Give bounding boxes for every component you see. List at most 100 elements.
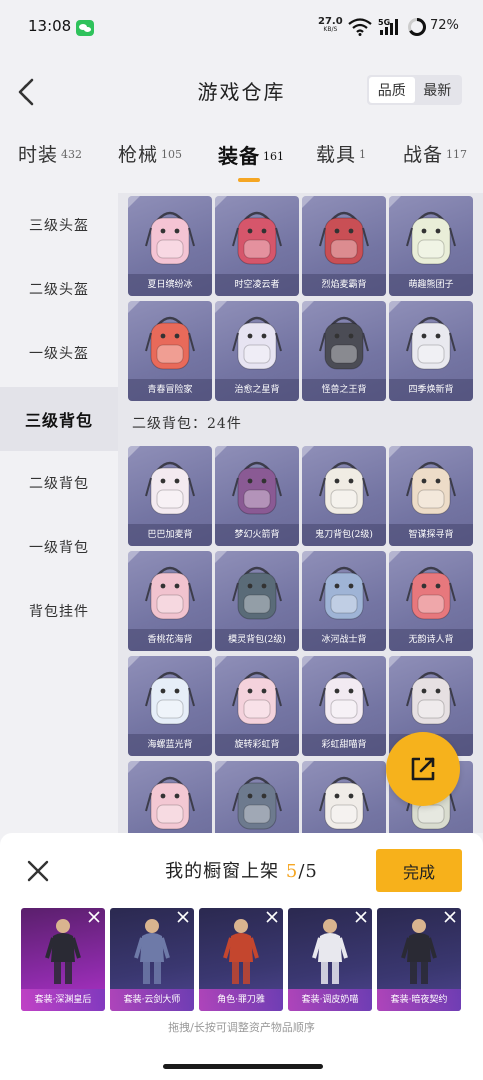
done-button[interactable]: 完成 <box>376 849 462 892</box>
item-card[interactable]: 智谋探寻背 <box>389 446 473 546</box>
item-card[interactable]: 烈焰麦霸背 <box>302 196 386 296</box>
remove-item-icon[interactable] <box>266 911 278 923</box>
network-speed: 27.0 KB/S <box>318 17 343 34</box>
tab-combat-supplies[interactable]: 战备 117 <box>403 140 467 167</box>
item-card-name: 梦幻火箭背 <box>215 524 299 546</box>
backpack-image <box>145 671 195 725</box>
sidebar-item-level3-helmet[interactable]: 三级头盔 <box>0 193 118 257</box>
sidebar-item-level1-backpack[interactable]: 一级背包 <box>0 515 118 579</box>
wifi-icon <box>348 18 372 36</box>
tab-count: 1 <box>359 148 367 161</box>
item-card[interactable]: 鬼刀背包(2级) <box>302 446 386 546</box>
item-card[interactable]: 香桃花海背 <box>128 551 212 651</box>
status-bar: 13:08 27.0 KB/S 5G 72% <box>0 0 483 56</box>
item-card-name: 怪兽之王背 <box>302 379 386 401</box>
item-card-name: 巴巴加麦背 <box>128 524 212 546</box>
tab-label: 战备 <box>403 144 444 166</box>
item-card[interactable]: 巴巴加麦背 <box>128 446 212 546</box>
backpack-image <box>232 671 282 725</box>
character-outfit-image <box>223 919 259 984</box>
item-card-name: 四季焕新背 <box>389 379 473 401</box>
sidebar: 三级头盔 二级头盔 一级头盔 三级背包 二级背包 一级背包 背包挂件 <box>0 193 118 833</box>
item-card[interactable]: 冰河战士背 <box>302 551 386 651</box>
item-card[interactable]: 怪兽之王背 <box>302 301 386 401</box>
character-outfit-image <box>401 919 437 984</box>
item-card-name: 彩虹甜喵背 <box>302 734 386 756</box>
item-card-name: 时空凌云者 <box>215 274 299 296</box>
showcase-item[interactable]: 角色·罪刀雅 <box>199 908 283 1011</box>
backpack-image <box>145 461 195 515</box>
battery-icon <box>408 17 426 36</box>
character-outfit-image <box>45 919 81 984</box>
showcase-items: 套装·深渊皇后 套装·云剑大师 角色·罪刀雅 套装·调皮奶喵 套装·暗夜契约 <box>21 908 463 1013</box>
item-card[interactable]: 夏日缤纷冰 <box>128 196 212 296</box>
backpack-image <box>406 671 456 725</box>
tab-vehicles[interactable]: 载具 1 <box>316 140 366 167</box>
showcase-item-label: 套装·云剑大师 <box>110 989 194 1011</box>
item-card[interactable]: 梦幻火箭背 <box>215 446 299 546</box>
sidebar-item-level2-backpack[interactable]: 二级背包 <box>0 451 118 515</box>
backpack-image <box>319 671 369 725</box>
item-card-name: 萌趣熊团子 <box>389 274 473 296</box>
showcase-item[interactable]: 套装·云剑大师 <box>110 908 194 1011</box>
tab-firearms[interactable]: 枪械 105 <box>118 140 182 167</box>
item-card-name: 鬼刀背包(2级) <box>302 524 386 546</box>
backpack-image <box>232 316 282 370</box>
backpack-image <box>232 461 282 515</box>
back-arrow-icon[interactable] <box>12 74 40 110</box>
showcase-item[interactable]: 套装·暗夜契约 <box>377 908 461 1011</box>
item-card[interactable] <box>302 761 386 833</box>
item-card[interactable]: 青春冒险家 <box>128 301 212 401</box>
showcase-item[interactable]: 套装·调皮奶喵 <box>288 908 372 1011</box>
tab-equipment[interactable]: 装备 161 <box>218 140 284 169</box>
backpack-image <box>406 316 456 370</box>
item-card[interactable]: 治愈之星背 <box>215 301 299 401</box>
item-card-name: 治愈之星背 <box>215 379 299 401</box>
remove-item-icon[interactable] <box>355 911 367 923</box>
item-card[interactable] <box>215 761 299 833</box>
backpack-image <box>232 211 282 265</box>
tab-label: 枪械 <box>118 144 159 166</box>
close-icon[interactable] <box>24 857 52 885</box>
tab-count: 105 <box>161 148 183 161</box>
item-card[interactable]: 时空凌云者 <box>215 196 299 296</box>
remove-item-icon[interactable] <box>444 911 456 923</box>
backpack-image <box>319 776 369 830</box>
remove-item-icon[interactable] <box>88 911 100 923</box>
showcase-title-text: 我的橱窗上架 <box>165 861 280 882</box>
backpack-image <box>145 316 195 370</box>
home-indicator[interactable] <box>163 1064 323 1069</box>
backpack-image <box>319 211 369 265</box>
remove-item-icon[interactable] <box>177 911 189 923</box>
sidebar-item-level2-helmet[interactable]: 二级头盔 <box>0 257 118 321</box>
item-card[interactable]: 萌趣熊团子 <box>389 196 473 296</box>
showcase-item[interactable]: 套装·深渊皇后 <box>21 908 105 1011</box>
character-outfit-image <box>312 919 348 984</box>
sidebar-item-backpack-charms[interactable]: 背包挂件 <box>0 579 118 643</box>
backpack-image <box>319 566 369 620</box>
sidebar-item-level1-helmet[interactable]: 一级头盔 <box>0 321 118 385</box>
battery-level: 72% <box>430 18 459 33</box>
active-tab-indicator <box>238 178 260 182</box>
network-type: 5G <box>378 18 390 27</box>
item-card-name: 智谋探寻背 <box>389 524 473 546</box>
item-card[interactable]: 无韵诗人背 <box>389 551 473 651</box>
share-button[interactable] <box>386 732 460 806</box>
item-card-name: 冰河战士背 <box>302 629 386 651</box>
item-card[interactable]: 海螺蓝光背 <box>128 656 212 756</box>
item-card[interactable]: 彩虹甜喵背 <box>302 656 386 756</box>
tab-label: 装备 <box>218 144 260 168</box>
backpack-image <box>232 776 282 830</box>
item-card[interactable]: 模灵背包(2级) <box>215 551 299 651</box>
item-card[interactable]: 旋转彩虹背 <box>215 656 299 756</box>
item-card[interactable] <box>128 761 212 833</box>
showcase-total-count: /5 <box>298 861 318 882</box>
item-card-name: 青春冒险家 <box>128 379 212 401</box>
sidebar-item-level3-backpack[interactable]: 三级背包 <box>0 387 118 451</box>
backpack-image <box>145 776 195 830</box>
tab-fashion[interactable]: 时装 432 <box>18 140 82 167</box>
item-card[interactable]: 四季焕新背 <box>389 301 473 401</box>
sort-by-newest-button[interactable]: 最新 <box>415 77 461 103</box>
backpack-image <box>145 211 195 265</box>
sort-by-quality-button[interactable]: 品质 <box>369 77 415 103</box>
